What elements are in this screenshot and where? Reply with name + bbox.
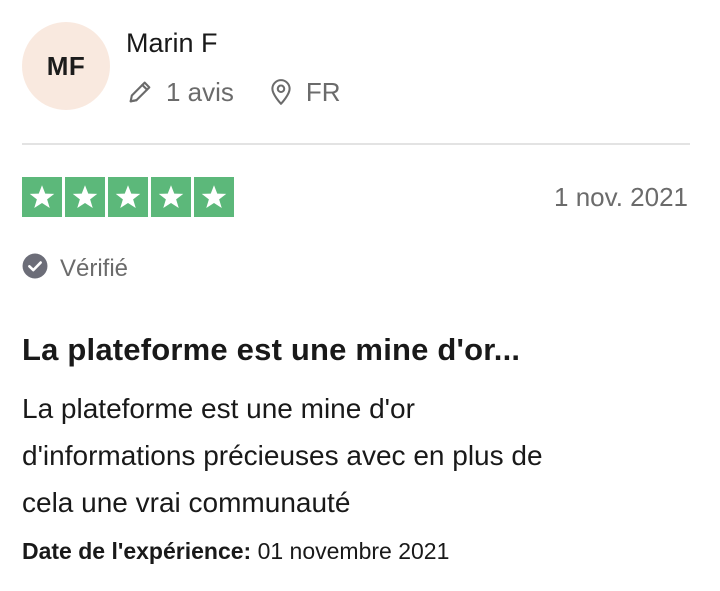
star-icon <box>151 177 191 217</box>
star-icon <box>194 177 234 217</box>
reviewer-meta: 1 avis FR <box>126 72 341 112</box>
experience-value: 01 novembre 2021 <box>257 538 450 564</box>
location-pin-icon <box>268 78 294 106</box>
review-body-line: La plateforme est une mine d'or <box>22 393 415 424</box>
check-circle-icon <box>22 253 48 286</box>
reviewer-country: FR <box>268 77 341 108</box>
experience-label: Date de l'expérience: <box>22 538 252 564</box>
review-date: 1 nov. 2021 <box>554 182 688 212</box>
country-text: FR <box>305 76 341 107</box>
review-body-line: cela une vrai communauté <box>22 487 351 518</box>
verified-badge[interactable]: Vérifié <box>22 252 128 286</box>
divider <box>22 143 690 145</box>
review-card: MF Marin F 1 avis FR 1 nov. 2021 Vérifié… <box>0 0 720 591</box>
verified-label: Vérifié <box>60 255 129 282</box>
reviews-count-text: 1 avis <box>166 76 234 107</box>
review-title[interactable]: La plateforme est une mine d'or... <box>22 328 520 372</box>
review-body-line: d'informations précieuses avec en plus d… <box>22 440 543 471</box>
star-icon <box>108 177 148 217</box>
avatar-initials: MF <box>46 50 86 81</box>
reviews-count: 1 avis <box>126 77 234 108</box>
avatar[interactable]: MF <box>22 22 110 110</box>
pencil-icon <box>126 78 154 106</box>
experience-date: Date de l'expérience: 01 novembre 2021 <box>22 534 449 568</box>
star-icon <box>22 177 62 217</box>
review-body: La plateforme est une mine d'or d'inform… <box>22 385 702 526</box>
star-rating <box>22 177 234 217</box>
reviewer-name[interactable]: Marin F <box>126 26 218 60</box>
star-icon <box>65 177 105 217</box>
